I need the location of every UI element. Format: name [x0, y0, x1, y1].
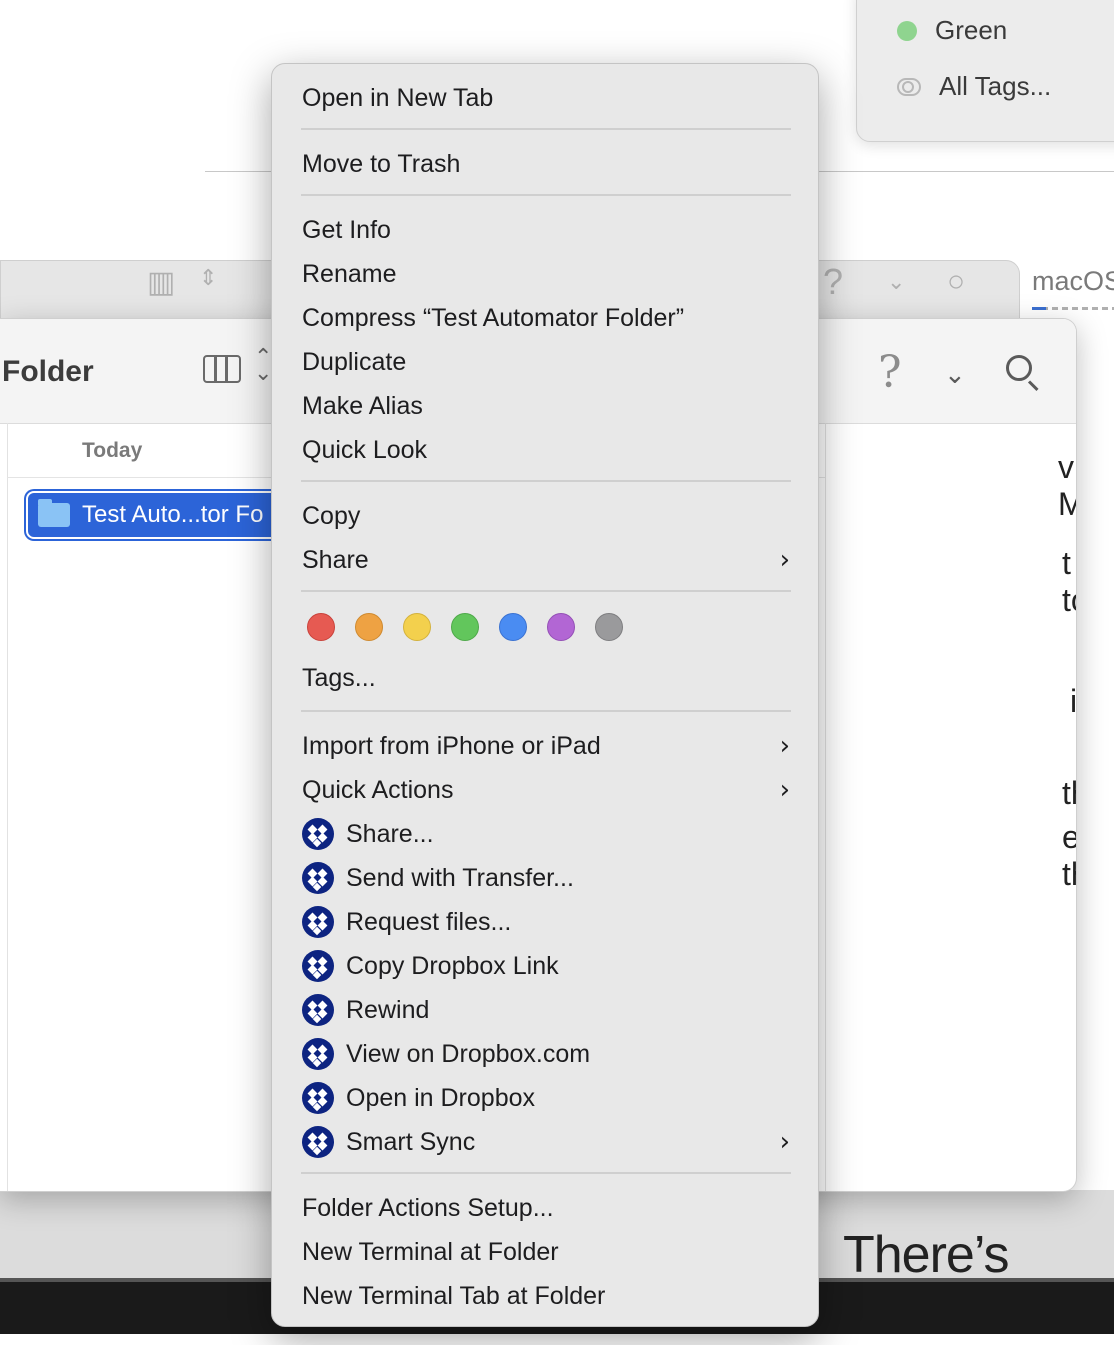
menu-share[interactable]: Share: [302, 543, 369, 577]
submenu-chevron-right-icon: ›: [779, 1127, 790, 1157]
menu-dropbox-view-on-web[interactable]: View on Dropbox.com: [302, 1037, 590, 1071]
text-fragment: t to: [1062, 545, 1076, 618]
submenu-chevron-right-icon: ›: [779, 545, 790, 575]
all-tags-label: All Tags...: [939, 71, 1052, 101]
menu-separator: [301, 590, 791, 592]
text-fragment: v M: [1058, 449, 1076, 522]
background-tab-underline: [1032, 307, 1114, 310]
menu-quick-look[interactable]: Quick Look: [302, 433, 427, 467]
tag-yellow-icon[interactable]: [403, 613, 431, 641]
context-menu: Open in New Tab Move to Trash Get Info R…: [271, 63, 819, 1327]
menu-dropbox-send-with-transfer[interactable]: Send with Transfer...: [302, 861, 574, 895]
tag-purple-icon[interactable]: [547, 613, 575, 641]
menu-rename[interactable]: Rename: [302, 257, 397, 291]
tag-all-row[interactable]: All Tags...: [897, 71, 1051, 102]
menu-quick-actions[interactable]: Quick Actions: [302, 773, 453, 807]
menu-item-label: Copy Dropbox Link: [346, 952, 559, 980]
menu-separator: [301, 194, 791, 196]
tag-orange-icon[interactable]: [355, 613, 383, 641]
menu-dropbox-share[interactable]: Share...: [302, 817, 434, 851]
tag-green-icon[interactable]: [451, 613, 479, 641]
view-columns-icon: ▥: [147, 266, 176, 299]
chevron-down-icon: ⌄: [887, 269, 906, 294]
green-tag-dot-icon: [897, 20, 917, 41]
menu-dropbox-rewind[interactable]: Rewind: [302, 993, 429, 1027]
column-divider: [825, 423, 826, 1191]
folder-icon: [38, 499, 70, 527]
menu-copy[interactable]: Copy: [302, 499, 360, 533]
menu-item-label: Rewind: [346, 996, 430, 1024]
menu-tags[interactable]: Tags...: [302, 661, 376, 695]
tag-green-label: Green: [935, 15, 1008, 45]
dropbox-icon: [302, 862, 334, 894]
menu-item-label: Request files...: [346, 908, 512, 936]
dropbox-icon: [302, 818, 334, 850]
menu-dropbox-copy-link[interactable]: Copy Dropbox Link: [302, 949, 559, 983]
all-tags-icon: [897, 77, 921, 96]
menu-dropbox-open[interactable]: Open in Dropbox: [302, 1081, 535, 1115]
menu-item-label: Smart Sync: [346, 1128, 476, 1156]
dropbox-icon: [302, 994, 334, 1026]
tag-green-row[interactable]: Green: [897, 15, 1007, 46]
menu-import-from-iphone[interactable]: Import from iPhone or iPad: [302, 729, 601, 763]
chevron-down-icon[interactable]: ⌄: [944, 359, 966, 390]
dropbox-icon: [302, 1126, 334, 1158]
tag-blue-icon[interactable]: [499, 613, 527, 641]
menu-item-label: Send with Transfer...: [346, 864, 574, 892]
tag-gray-icon[interactable]: [595, 613, 623, 641]
menu-separator: [301, 710, 791, 712]
chevron-updown-icon: ⇕: [199, 265, 218, 290]
text-fragment: the: [1062, 775, 1076, 811]
background-tab-label: macOS: [1032, 266, 1114, 296]
menu-get-info[interactable]: Get Info: [302, 213, 391, 247]
dropbox-icon: [302, 1082, 334, 1114]
menu-compress[interactable]: Compress “Test Automator Folder”: [302, 301, 684, 335]
dropbox-icon: [302, 906, 334, 938]
search-icon[interactable]: [1006, 355, 1032, 381]
menu-item-label: View on Dropbox.com: [346, 1040, 591, 1068]
chevron-updown-icon[interactable]: ⌃ ⌄: [254, 346, 272, 384]
menu-new-terminal-tab-at-folder[interactable]: New Terminal Tab at Folder: [302, 1279, 605, 1313]
menu-duplicate[interactable]: Duplicate: [302, 345, 406, 379]
submenu-chevron-right-icon: ›: [779, 731, 790, 761]
text-fragment: in: [1070, 683, 1077, 719]
folder-name: Test Auto...tor Fo: [82, 501, 264, 528]
text-fragment: e th: [1062, 819, 1076, 892]
menu-item-label: Open in Dropbox: [346, 1084, 536, 1112]
menu-open-in-new-tab[interactable]: Open in New Tab: [302, 81, 493, 115]
dropbox-icon: [302, 950, 334, 982]
window-title: Folder: [2, 355, 94, 388]
submenu-chevron-right-icon: ›: [779, 775, 790, 805]
help-icon[interactable]: ?: [878, 347, 902, 398]
menu-move-to-trash[interactable]: Move to Trash: [302, 147, 460, 181]
menu-dropbox-request-files[interactable]: Request files...: [302, 905, 511, 939]
menu-separator: [301, 480, 791, 482]
dropbox-icon: [302, 1038, 334, 1070]
menu-separator: [301, 1172, 791, 1174]
tag-popup: Green All Tags...: [856, 0, 1114, 142]
menu-dropbox-smart-sync[interactable]: Smart Sync: [302, 1125, 475, 1159]
view-columns-icon[interactable]: [203, 355, 241, 383]
selected-folder-item[interactable]: Test Auto...tor Fo: [28, 493, 292, 537]
search-icon: ○: [947, 265, 966, 298]
column-header-today[interactable]: Today: [82, 439, 142, 463]
menu-make-alias[interactable]: Make Alias: [302, 389, 423, 423]
menu-new-terminal-at-folder[interactable]: New Terminal at Folder: [302, 1235, 559, 1269]
menu-separator: [301, 128, 791, 130]
help-icon: ?: [823, 261, 844, 302]
column-divider: [7, 423, 8, 1191]
menu-folder-actions-setup[interactable]: Folder Actions Setup...: [302, 1191, 554, 1225]
menu-item-label: Share...: [346, 820, 434, 848]
tag-red-icon[interactable]: [307, 613, 335, 641]
